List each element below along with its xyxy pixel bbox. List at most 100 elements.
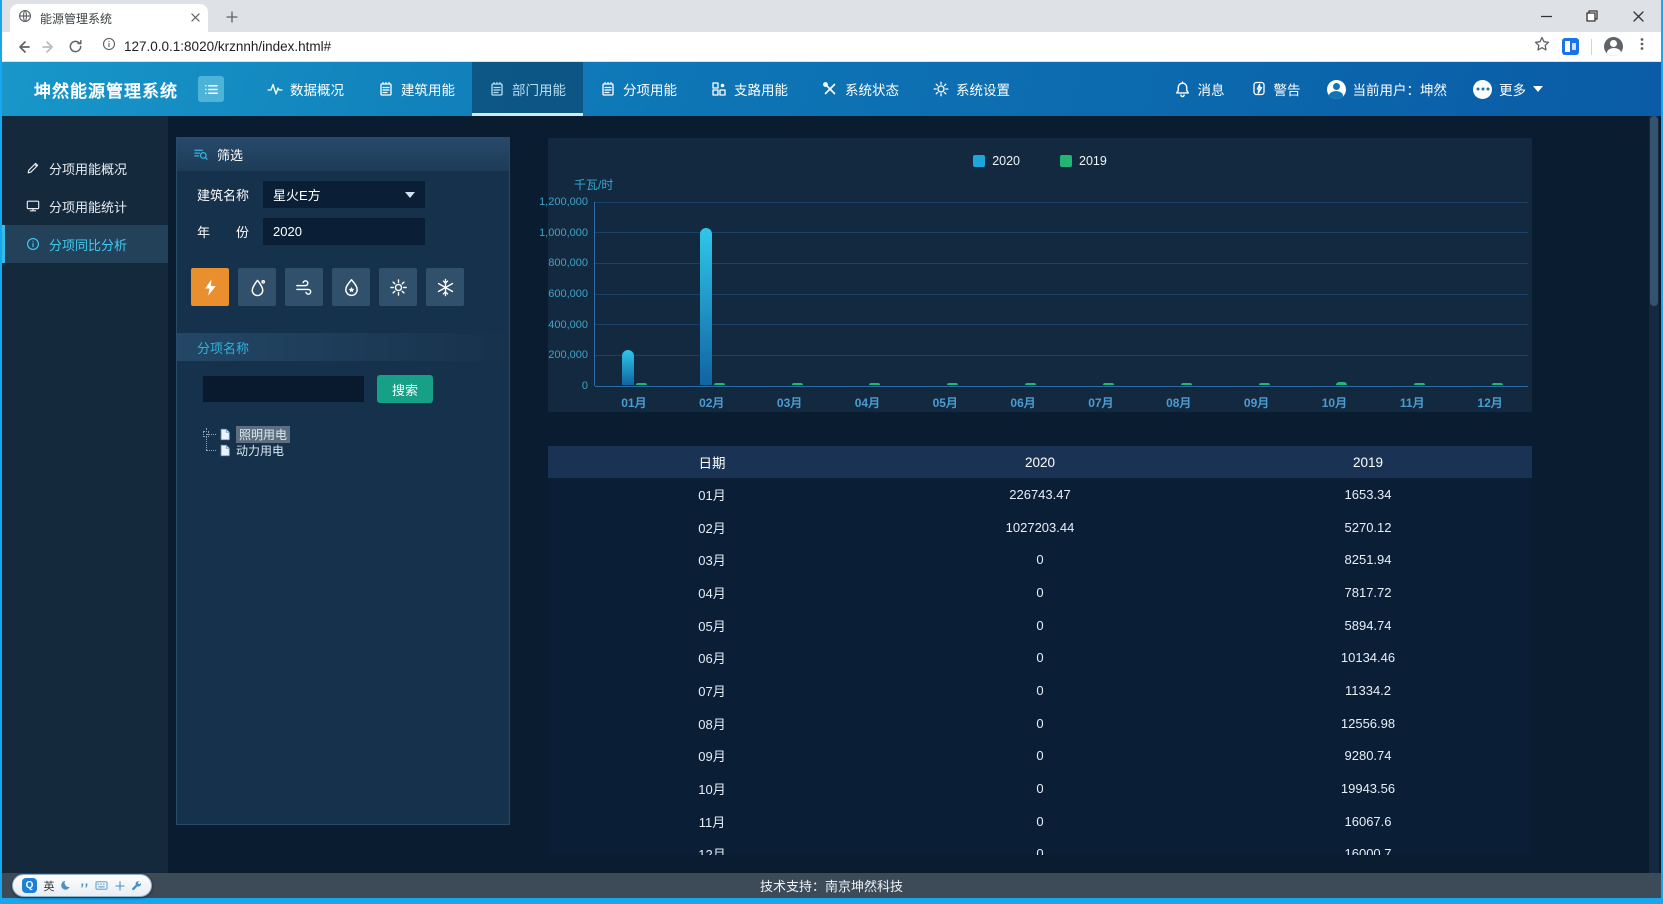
- footer-bar: 技术支持：南京坤然科技: [2, 873, 1661, 898]
- address-bar[interactable]: 127.0.0.1:8020/krznnh/index.html#: [88, 34, 1534, 60]
- page-scrollbar[interactable]: [1649, 116, 1659, 873]
- cooling-icon-button[interactable]: [426, 268, 464, 306]
- reload-icon[interactable]: [62, 34, 88, 60]
- moon-icon[interactable]: [61, 880, 72, 891]
- legend-item-2020[interactable]: 2020: [973, 154, 1020, 168]
- table-body: 01月226743.471653.3402月1027203.445270.120…: [548, 478, 1532, 855]
- x-axis-tick-label: 12月: [1458, 394, 1522, 411]
- window-restore-button[interactable]: [1569, 0, 1615, 32]
- more-button[interactable]: 更多: [1473, 79, 1543, 99]
- window-border-bottom: [0, 898, 1663, 904]
- main-menu: 数据概况 建筑用能 部门用能 分项用能 支路用能 系统状态 系统设置: [250, 62, 1027, 116]
- messages-button[interactable]: 消息: [1174, 79, 1225, 99]
- browser-tab[interactable]: 能源管理系统: [10, 4, 208, 32]
- nav-item-building-energy[interactable]: 建筑用能: [361, 62, 472, 116]
- nav-item-data-overview[interactable]: 数据概况: [250, 62, 361, 116]
- table-cell: 11334.2: [1204, 683, 1532, 698]
- table-cell: 11月: [548, 812, 876, 831]
- subitem-name-section-header: 分项名称: [177, 333, 509, 361]
- x-axis-tick-label: 07月: [1069, 394, 1133, 411]
- table-row: 04月07817.72: [548, 576, 1532, 609]
- chart-gridline: [595, 263, 1528, 264]
- scrollbar-thumb[interactable]: [1650, 116, 1658, 306]
- gear-icon: [933, 81, 949, 97]
- ime-logo[interactable]: Q: [22, 878, 37, 893]
- clipboard-icon: [600, 81, 616, 97]
- tools-icon: [822, 81, 838, 97]
- tab-close-icon[interactable]: [191, 9, 200, 27]
- search-button[interactable]: 搜索: [377, 375, 433, 403]
- x-axis-tick-label: 03月: [758, 394, 822, 411]
- nav-item-system-status[interactable]: 系统状态: [805, 62, 916, 116]
- monitor-icon: [26, 199, 40, 213]
- wrench-icon[interactable]: [131, 880, 142, 891]
- info-circle-icon: [26, 237, 40, 251]
- forward-icon[interactable]: [36, 34, 62, 60]
- alerts-button[interactable]: 警告: [1251, 79, 1301, 99]
- y-axis-tick-label: 600,000: [548, 288, 588, 300]
- url-text[interactable]: 127.0.0.1:8020/krznnh/index.html#: [124, 39, 331, 54]
- water-icon-button[interactable]: [238, 268, 276, 306]
- bookmark-star-icon[interactable]: [1534, 36, 1550, 57]
- sidebar-item-subitem-statistics[interactable]: 分项用能统计: [2, 187, 168, 225]
- y-axis-tick-label: 200,000: [548, 349, 588, 361]
- table-header-cell: 2020: [876, 455, 1204, 470]
- pencil-icon: [26, 161, 40, 175]
- table-cell: 19943.56: [1204, 781, 1532, 796]
- chevron-down-icon: [405, 192, 415, 198]
- table-row: 10月019943.56: [548, 772, 1532, 805]
- chart-gridline: [595, 386, 1528, 387]
- new-tab-button[interactable]: [222, 7, 242, 27]
- sidebar-item-subitem-yoy-analysis[interactable]: 分项同比分析: [2, 225, 168, 263]
- table-cell: 5894.74: [1204, 618, 1532, 633]
- nav-item-branch-energy[interactable]: 支路用能: [694, 62, 805, 116]
- wind-icon-button[interactable]: [285, 268, 323, 306]
- table-cell: 12556.98: [1204, 716, 1532, 731]
- browser-menu-icon[interactable]: [1635, 37, 1649, 56]
- site-info-icon[interactable]: [102, 37, 116, 56]
- table-row: 03月08251.94: [548, 543, 1532, 576]
- nav-item-system-settings[interactable]: 系统设置: [916, 62, 1027, 116]
- handwriting-icon[interactable]: [115, 881, 125, 891]
- table-cell: 04月: [548, 583, 876, 602]
- back-icon[interactable]: [10, 34, 36, 60]
- solar-icon-button[interactable]: [379, 268, 417, 306]
- table-cell: 0: [876, 846, 1204, 855]
- table-cell: 16067.6: [1204, 814, 1532, 829]
- ime-language-mode[interactable]: 英: [44, 878, 55, 894]
- sidebar-toggle-button[interactable]: [198, 76, 224, 102]
- sidebar-item-subitem-overview[interactable]: 分项用能概况: [2, 149, 168, 187]
- tree-item-lighting[interactable]: 照明用电: [203, 426, 290, 442]
- tree-item-power[interactable]: 动力用电: [203, 442, 290, 458]
- extension-icon[interactable]: [1562, 38, 1579, 55]
- nav-item-department-energy[interactable]: 部门用能: [472, 62, 583, 116]
- pulse-icon: [267, 81, 283, 97]
- table-row: 07月011334.2: [548, 674, 1532, 707]
- current-user[interactable]: 当前用户：坤然: [1327, 79, 1448, 99]
- nav-item-subitem-energy[interactable]: 分项用能: [583, 62, 694, 116]
- y-axis-tick-label: 800,000: [548, 257, 588, 269]
- window-minimize-button[interactable]: [1523, 0, 1569, 32]
- filter-search-icon: [193, 147, 208, 162]
- chart-gridline: [595, 324, 1528, 325]
- monthly-data-table: 日期20202019 01月226743.471653.3402月1027203…: [548, 446, 1532, 855]
- browser-titlebar: 能源管理系统: [0, 0, 1663, 32]
- table-row: 11月016067.6: [548, 805, 1532, 838]
- ime-toolbar[interactable]: Q 英: [12, 874, 152, 897]
- chevron-down-icon: [1533, 86, 1543, 92]
- bar-2020-01月: [622, 350, 634, 385]
- window-close-button[interactable]: [1615, 0, 1661, 32]
- search-input[interactable]: [202, 375, 365, 403]
- building-name-select[interactable]: 星火E方: [263, 181, 425, 208]
- app-top-nav: 坤然能源管理系统 数据概况 建筑用能 部门用能 分项用能 支路用能 系统状态: [0, 62, 1663, 116]
- profile-avatar[interactable]: [1604, 37, 1623, 56]
- legend-label: 2019: [1079, 154, 1107, 168]
- y-axis-tick-label: 1,000,000: [539, 227, 588, 239]
- gas-icon-button[interactable]: [332, 268, 370, 306]
- punctuation-icon[interactable]: [79, 881, 89, 891]
- year-input[interactable]: [263, 218, 425, 245]
- legend-item-2019[interactable]: 2019: [1060, 154, 1107, 168]
- keyboard-icon[interactable]: [95, 880, 108, 891]
- x-axis-tick-label: 08月: [1147, 394, 1211, 411]
- electricity-icon-button[interactable]: [191, 268, 229, 306]
